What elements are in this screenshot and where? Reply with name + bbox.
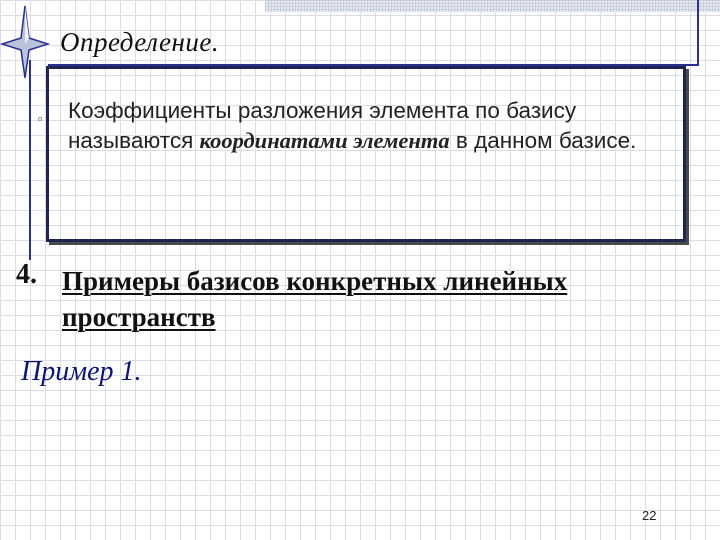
definition-text: Коэффициенты разложения элемента по бази… <box>68 96 668 156</box>
four-point-star-icon <box>0 5 50 79</box>
definition-term: координатами элемента <box>199 128 450 153</box>
decorative-line <box>29 60 31 260</box>
page-number: 22 <box>642 508 657 523</box>
section-heading: Примеры базисов конкретных линейных прос… <box>62 266 568 332</box>
definition-title: Определение. <box>60 27 220 57</box>
section-number: 4. <box>16 259 37 290</box>
definition-text-part: в данном базисе. <box>449 128 637 153</box>
decorative-line <box>697 0 699 64</box>
decorative-header-band <box>265 0 720 12</box>
example-label: Пример 1. <box>21 356 142 387</box>
bullet-icon: ∘ <box>36 111 45 126</box>
